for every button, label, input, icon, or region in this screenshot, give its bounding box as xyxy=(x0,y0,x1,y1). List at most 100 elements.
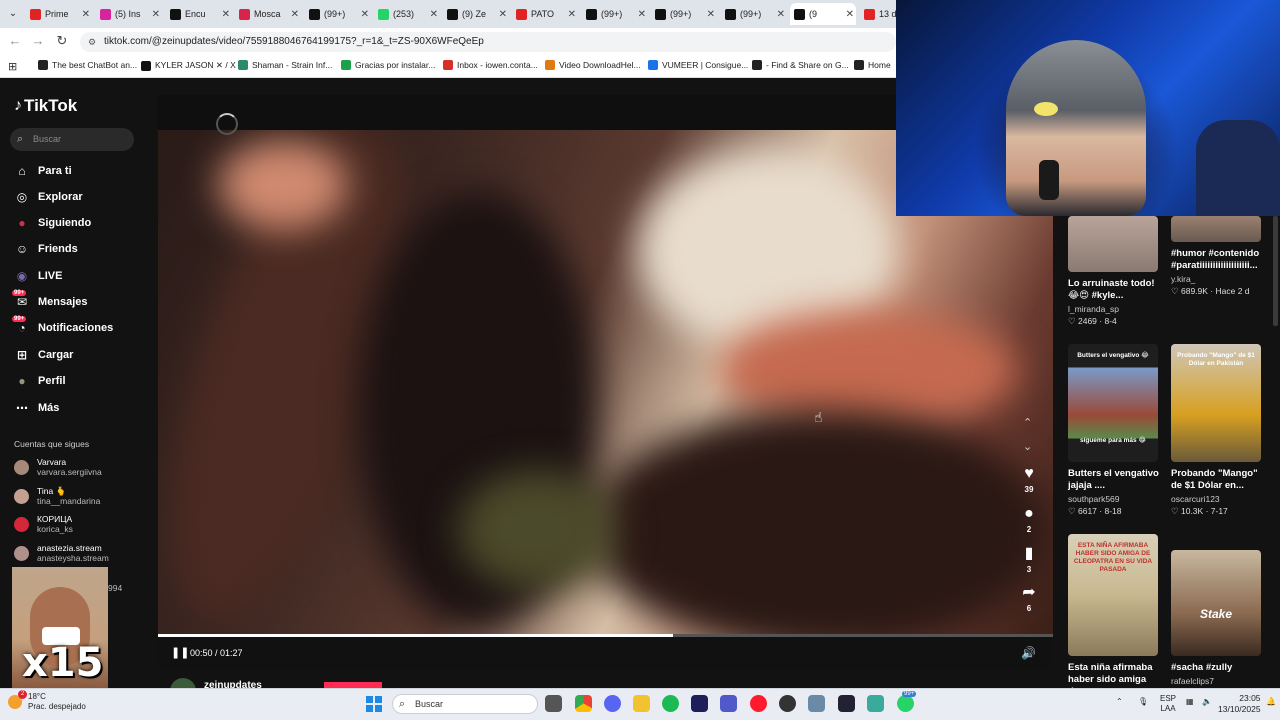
tab-close-icon[interactable]: ✕ xyxy=(222,9,230,20)
following-account[interactable]: КОРИЦА korica_ks xyxy=(14,514,73,534)
url-field[interactable]: ⚙ tiktok.com/@zeinupdates/video/75591880… xyxy=(80,32,896,52)
browser-tab[interactable]: Encu ✕ xyxy=(166,3,232,25)
bookmark-favicon-icon xyxy=(238,60,248,70)
video-action-heart[interactable]: ♥ 39 xyxy=(1018,465,1040,494)
obs-taskbar-icon[interactable] xyxy=(779,695,796,712)
browser-tab[interactable]: (99+) ✕ xyxy=(582,3,648,25)
mic-tray-icon[interactable]: 🎙 xyxy=(1138,697,1148,706)
tab-close-icon[interactable]: ✕ xyxy=(568,9,576,20)
sidebar-item-siguiendo[interactable]: ● Siguiendo xyxy=(14,214,91,232)
tab-close-icon[interactable]: ✕ xyxy=(499,9,507,20)
nav-badge: 99+ xyxy=(12,290,27,296)
task-view-icon[interactable] xyxy=(545,695,562,712)
apps-grid-icon[interactable]: ⊞ xyxy=(8,60,17,73)
following-account[interactable]: Tina 🫰 tina__mandarina xyxy=(14,486,100,506)
sidebar-item-para-ti[interactable]: ⌂ Para ti xyxy=(14,162,71,180)
sidebar-item-cargar[interactable]: ⊞ Cargar xyxy=(14,346,74,364)
browser-tab[interactable]: (9 ✕ xyxy=(790,3,856,25)
tab-search-dropdown-icon[interactable]: ⌄ xyxy=(5,6,21,22)
recommended-video-card[interactable]: Butters el vengativo 😂 sígueme para más 😂… xyxy=(1068,344,1160,517)
browser-tab[interactable]: (253) ✕ xyxy=(374,3,440,25)
bookmark-item[interactable]: VUMEER | Consigue... xyxy=(648,60,748,70)
recommended-video-card[interactable]: Lo arruinaste todo! 😂😍 #kyle... l_miranda… xyxy=(1068,216,1160,327)
sidebar-item-explorar[interactable]: ◎ Explorar xyxy=(14,188,83,206)
bookmark-item[interactable]: Home xyxy=(854,60,891,70)
notifications-icon[interactable]: 🔔 xyxy=(1266,697,1276,706)
browser-tab[interactable]: (99+) ✕ xyxy=(651,3,717,25)
bookmark-item[interactable]: Gracias por instalar... xyxy=(341,60,435,70)
browser-tab[interactable]: Prime ✕ xyxy=(26,3,92,25)
card-title: Probando "Mango" de $1 Dólar en... xyxy=(1171,468,1258,491)
settings-taskbar-icon[interactable] xyxy=(808,695,825,712)
recommended-scrollbar[interactable] xyxy=(1273,216,1278,326)
bookmark-item[interactable]: - Find & Share on G... xyxy=(752,60,849,70)
sidebar-item-live[interactable]: ◉ LIVE xyxy=(14,267,63,285)
taskbar-clock[interactable]: 23:05 13/10/2025 xyxy=(1218,693,1261,715)
tab-close-icon[interactable]: ✕ xyxy=(846,9,854,20)
language-indicator[interactable]: ESP LAA xyxy=(1160,694,1176,714)
opera-taskbar-icon[interactable] xyxy=(750,695,767,712)
video-action-comment[interactable]: ● 2 xyxy=(1018,505,1040,534)
tab-close-icon[interactable]: ✕ xyxy=(82,9,90,20)
recommended-video-card[interactable]: Probando "Mango" de $1 Dólar en Pakistán… xyxy=(1171,344,1263,517)
browser-tab[interactable]: (5) Ins ✕ xyxy=(96,3,162,25)
tab-close-icon[interactable]: ✕ xyxy=(777,9,785,20)
bookmark-item[interactable]: Video DownloadHel... xyxy=(545,60,641,70)
recommended-video-card[interactable]: #humor #contenido #paratiiiiiiiiiiiiiiii… xyxy=(1171,216,1263,297)
sidebar-item-mensajes[interactable]: ✉ 99+ Mensajes xyxy=(12,290,88,311)
app-taskbar-icon[interactable] xyxy=(838,695,855,712)
browser-tab[interactable]: PATO ✕ xyxy=(512,3,578,25)
back-icon[interactable]: ← xyxy=(6,33,24,48)
browser-tab[interactable]: (99+) ✕ xyxy=(305,3,371,25)
video-action-bookmark[interactable]: ▮ 3 xyxy=(1018,545,1040,574)
following-account[interactable]: anastezia.stream anasteysha.stream xyxy=(14,543,109,563)
pause-icon[interactable]: ❚❚ xyxy=(171,646,189,659)
video-action-share[interactable]: ➦ 6 xyxy=(1018,584,1040,613)
taskbar-search-input[interactable]: ⌕ Buscar xyxy=(392,694,538,714)
bookmark-item[interactable]: Shaman - Strain Inf... xyxy=(238,60,332,70)
card-likes: 689.9K xyxy=(1180,286,1208,296)
tiktok-logo[interactable]: ♪ TikTok xyxy=(14,96,77,116)
tab-close-icon[interactable]: ✕ xyxy=(707,9,715,20)
tiktok-wordmark: TikTok xyxy=(24,96,78,115)
teams-taskbar-icon[interactable] xyxy=(720,695,737,712)
chrome-taskbar-icon[interactable] xyxy=(575,695,592,712)
app2-taskbar-icon[interactable] xyxy=(867,695,884,712)
site-info-icon[interactable]: ⚙ xyxy=(88,32,96,52)
windows-start-icon[interactable] xyxy=(366,696,382,712)
browser-tab[interactable]: Mosca ✕ xyxy=(235,3,301,25)
bookmark-item[interactable]: KYLER JASON ✕ / X xyxy=(141,60,236,71)
tab-close-icon[interactable]: ✕ xyxy=(361,9,369,20)
browser-tab[interactable]: (9) Ze ✕ xyxy=(443,3,509,25)
speaker-icon[interactable]: 🔈 xyxy=(1202,697,1212,706)
network-icon[interactable]: ▦ xyxy=(1186,697,1194,706)
sidebar-item-perfil[interactable]: ● Perfil xyxy=(14,372,65,390)
next-video-chevron-icon[interactable]: ⌄ xyxy=(1023,440,1032,453)
following-account[interactable]: Varvara varvara.sergiivna xyxy=(14,457,102,477)
bookmark-item[interactable]: The best ChatBot an... xyxy=(38,60,137,70)
premiere-taskbar-icon[interactable] xyxy=(691,695,708,712)
recommended-video-card[interactable]: Stake #sacha #zully rafaelclips7 xyxy=(1171,550,1263,686)
tray-chevron-icon[interactable]: ⌃ xyxy=(1116,697,1123,706)
spotify-taskbar-icon[interactable] xyxy=(662,695,679,712)
recommended-video-card[interactable]: ESTA NIÑA AFIRMABA HABER SIDO AMIGA DE C… xyxy=(1068,534,1160,698)
sidebar-search-input[interactable]: ⌕ Buscar xyxy=(10,128,134,151)
sidebar-item-friends[interactable]: ☺ Friends xyxy=(14,240,78,258)
tab-close-icon[interactable]: ✕ xyxy=(430,9,438,20)
tab-close-icon[interactable]: ✕ xyxy=(291,9,299,20)
reload-icon[interactable]: ↻ xyxy=(53,33,71,49)
previous-video-chevron-icon[interactable]: ⌃ xyxy=(1023,416,1032,429)
file-explorer-icon[interactable] xyxy=(633,695,650,712)
sidebar-item-notificaciones[interactable]: ◔ 99+ Notificaciones xyxy=(12,316,113,337)
friends-icon: ☺ xyxy=(15,242,29,256)
discord-taskbar-icon[interactable] xyxy=(604,695,621,712)
forward-icon[interactable]: → xyxy=(29,33,47,48)
sidebar-item-más[interactable]: ⋯ Más xyxy=(14,399,59,417)
whatsapp-taskbar-icon[interactable] xyxy=(897,695,914,712)
tab-close-icon[interactable]: ✕ xyxy=(152,9,160,20)
bookmark-item[interactable]: Inbox - iowen.conta... xyxy=(443,60,538,70)
heart-icon: ♥ xyxy=(1024,465,1034,482)
tab-close-icon[interactable]: ✕ xyxy=(638,9,646,20)
volume-icon[interactable]: 🔊 xyxy=(1021,646,1036,660)
browser-tab[interactable]: (99+) ✕ xyxy=(721,3,787,25)
